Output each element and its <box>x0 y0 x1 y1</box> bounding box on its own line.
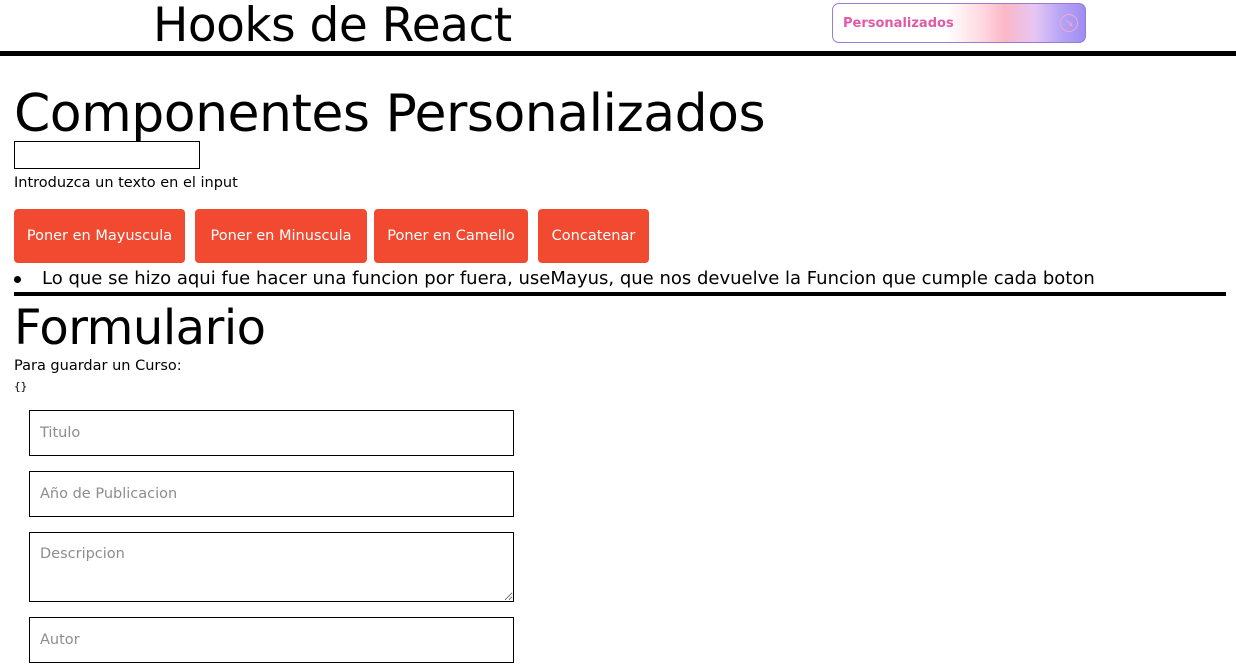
input-hint: Introduzca un texto en el input <box>14 175 238 191</box>
autor-field[interactable] <box>29 617 514 663</box>
list-item: Lo que se hizo aqui fue hacer una funcio… <box>0 267 1095 291</box>
lowercase-button[interactable]: Poner en Minuscula <box>195 209 367 263</box>
app-title: Hooks de React <box>153 0 512 53</box>
section-divider <box>14 292 1226 296</box>
header-divider <box>0 51 1236 56</box>
form-state-dump: {} <box>14 380 28 393</box>
page: Hooks de React Personalizados ↘ Componen… <box>0 0 1236 671</box>
notes-list: Lo que se hizo aqui fue hacer una funcio… <box>0 267 1095 291</box>
titulo-field[interactable] <box>29 410 514 456</box>
personalizados-nav-button[interactable]: Personalizados ↘ <box>832 3 1086 43</box>
uppercase-button[interactable]: Poner en Mayuscula <box>14 209 185 263</box>
page-header: Hooks de React Personalizados ↘ <box>0 0 1236 56</box>
nav-button-label: Personalizados <box>843 16 954 31</box>
custom-components-title: Componentes Personalizados <box>14 84 766 144</box>
bullet-icon <box>14 276 21 283</box>
descripcion-field[interactable] <box>29 532 514 602</box>
form-title: Formulario <box>14 300 266 356</box>
text-input[interactable] <box>14 141 200 169</box>
form-caption: Para guardar un Curso: <box>14 358 182 374</box>
note-text: Lo que se hizo aqui fue hacer una funcio… <box>42 268 1095 289</box>
anio-publicacion-field[interactable] <box>29 471 514 517</box>
camelcase-button[interactable]: Poner en Camello <box>374 209 528 263</box>
concatenate-button[interactable]: Concatenar <box>538 209 649 263</box>
arrow-circle-icon: ↘ <box>1060 14 1078 32</box>
